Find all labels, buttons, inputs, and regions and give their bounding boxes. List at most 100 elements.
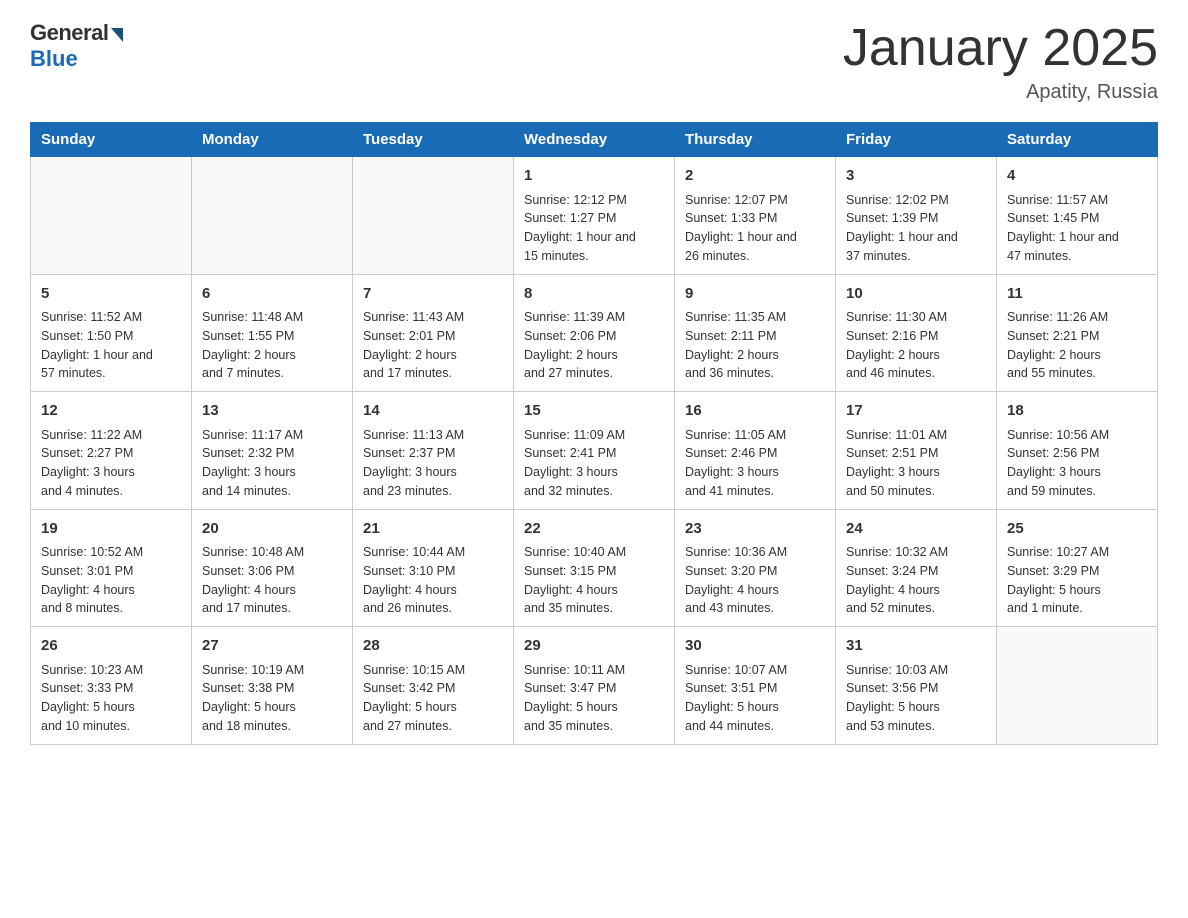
day-info: Sunrise: 11:13 AM Sunset: 2:37 PM Daylig… (363, 426, 503, 501)
weekday-header-row: SundayMondayTuesdayWednesdayThursdayFrid… (31, 123, 1158, 157)
calendar-cell: 11Sunrise: 11:26 AM Sunset: 2:21 PM Dayl… (997, 274, 1158, 392)
day-number: 10 (846, 283, 986, 306)
day-info: Sunrise: 10:11 AM Sunset: 3:47 PM Daylig… (524, 661, 664, 736)
location-label: Apatity, Russia (843, 81, 1158, 104)
day-info: Sunrise: 10:19 AM Sunset: 3:38 PM Daylig… (202, 661, 342, 736)
day-number: 28 (363, 635, 503, 658)
day-info: Sunrise: 10:52 AM Sunset: 3:01 PM Daylig… (41, 543, 181, 618)
day-info: Sunrise: 11:48 AM Sunset: 1:55 PM Daylig… (202, 308, 342, 383)
calendar-cell (31, 157, 192, 275)
calendar-cell: 2 Sunrise: 12:07 PM Sunset: 1:33 PM Dayli… (675, 157, 836, 275)
calendar-cell: 31Sunrise: 10:03 AM Sunset: 3:56 PM Dayl… (836, 627, 997, 745)
day-info: Sunrise: 11:05 AM Sunset: 2:46 PM Daylig… (685, 426, 825, 501)
calendar-cell (997, 627, 1158, 745)
day-info: Sunrise: 12:02 PM Sunset: 1:39 PM Daylig… (846, 191, 986, 266)
day-info: Sunrise: 11:52 AM Sunset: 1:50 PM Daylig… (41, 308, 181, 383)
calendar-cell: 16 Sunrise: 11:05 AM Sunset: 2:46 PM Dayl… (675, 392, 836, 510)
day-info: Sunrise: 10:23 AM Sunset: 3:33 PM Daylig… (41, 661, 181, 736)
day-number: 5 (41, 283, 181, 306)
day-info: Sunrise: 12:07 PM Sunset: 1:33 PM Daylig… (685, 191, 825, 266)
day-info: Sunrise: 10:40 AM Sunset: 3:15 PM Daylig… (524, 543, 664, 618)
week-row-4: 19Sunrise: 10:52 AM Sunset: 3:01 PM Dayl… (31, 509, 1158, 627)
day-number: 4 (1007, 165, 1147, 188)
weekday-header-monday: Monday (192, 123, 353, 157)
weekday-header-thursday: Thursday (675, 123, 836, 157)
day-number: 1 (524, 165, 664, 188)
day-number: 17 (846, 400, 986, 423)
day-number: 15 (524, 400, 664, 423)
calendar-cell: 23Sunrise: 10:36 AM Sunset: 3:20 PM Dayl… (675, 509, 836, 627)
day-number: 30 (685, 635, 825, 658)
day-number: 2 (685, 165, 825, 188)
calendar-cell: 9Sunrise: 11:35 AM Sunset: 2:11 PM Dayli… (675, 274, 836, 392)
logo: General Blue (30, 20, 123, 72)
calendar-cell: 25Sunrise: 10:27 AM Sunset: 3:29 PM Dayl… (997, 509, 1158, 627)
weekday-header-sunday: Sunday (31, 123, 192, 157)
day-info: Sunrise: 11:09 AM Sunset: 2:41 PM Daylig… (524, 426, 664, 501)
day-number: 21 (363, 518, 503, 541)
day-info: Sunrise: 11:17 AM Sunset: 2:32 PM Daylig… (202, 426, 342, 501)
calendar-cell: 27Sunrise: 10:19 AM Sunset: 3:38 PM Dayl… (192, 627, 353, 745)
calendar-cell: 5Sunrise: 11:52 AM Sunset: 1:50 PM Dayli… (31, 274, 192, 392)
day-info: Sunrise: 10:48 AM Sunset: 3:06 PM Daylig… (202, 543, 342, 618)
day-number: 12 (41, 400, 181, 423)
day-info: Sunrise: 11:35 AM Sunset: 2:11 PM Daylig… (685, 308, 825, 383)
day-number: 8 (524, 283, 664, 306)
calendar-cell: 3 Sunrise: 12:02 PM Sunset: 1:39 PM Dayli… (836, 157, 997, 275)
day-number: 16 (685, 400, 825, 423)
calendar-cell: 8Sunrise: 11:39 AM Sunset: 2:06 PM Dayli… (514, 274, 675, 392)
week-row-2: 5Sunrise: 11:52 AM Sunset: 1:50 PM Dayli… (31, 274, 1158, 392)
calendar-cell: 7Sunrise: 11:43 AM Sunset: 2:01 PM Dayli… (353, 274, 514, 392)
weekday-header-wednesday: Wednesday (514, 123, 675, 157)
day-number: 18 (1007, 400, 1147, 423)
day-info: Sunrise: 12:12 PM Sunset: 1:27 PM Daylig… (524, 191, 664, 266)
day-number: 29 (524, 635, 664, 658)
day-number: 7 (363, 283, 503, 306)
month-title: January 2025 (843, 20, 1158, 77)
calendar-cell: 4Sunrise: 11:57 AM Sunset: 1:45 PM Dayli… (997, 157, 1158, 275)
calendar-cell: 14Sunrise: 11:13 AM Sunset: 2:37 PM Dayl… (353, 392, 514, 510)
calendar-cell: 24Sunrise: 10:32 AM Sunset: 3:24 PM Dayl… (836, 509, 997, 627)
calendar-cell: 17Sunrise: 11:01 AM Sunset: 2:51 PM Dayl… (836, 392, 997, 510)
day-number: 25 (1007, 518, 1147, 541)
day-info: Sunrise: 10:07 AM Sunset: 3:51 PM Daylig… (685, 661, 825, 736)
day-info: Sunrise: 10:36 AM Sunset: 3:20 PM Daylig… (685, 543, 825, 618)
calendar-cell (192, 157, 353, 275)
calendar-cell: 30 Sunrise: 10:07 AM Sunset: 3:51 PM Dayl… (675, 627, 836, 745)
calendar-cell: 28 Sunrise: 10:15 AM Sunset: 3:42 PM Dayl… (353, 627, 514, 745)
calendar-cell: 29 Sunrise: 10:11 AM Sunset: 3:47 PM Dayl… (514, 627, 675, 745)
day-number: 19 (41, 518, 181, 541)
day-number: 20 (202, 518, 342, 541)
weekday-header-tuesday: Tuesday (353, 123, 514, 157)
week-row-1: 1 Sunrise: 12:12 PM Sunset: 1:27 PM Dayli… (31, 157, 1158, 275)
calendar-cell: 12 Sunrise: 11:22 AM Sunset: 2:27 PM Dayl… (31, 392, 192, 510)
day-info: Sunrise: 11:22 AM Sunset: 2:27 PM Daylig… (41, 426, 181, 501)
logo-general-text: General (30, 20, 108, 46)
calendar-cell: 10Sunrise: 11:30 AM Sunset: 2:16 PM Dayl… (836, 274, 997, 392)
calendar-cell: 6Sunrise: 11:48 AM Sunset: 1:55 PM Dayli… (192, 274, 353, 392)
day-number: 11 (1007, 283, 1147, 306)
day-info: Sunrise: 10:32 AM Sunset: 3:24 PM Daylig… (846, 543, 986, 618)
logo-blue-text: Blue (30, 46, 78, 72)
calendar-cell: 15 Sunrise: 11:09 AM Sunset: 2:41 PM Dayl… (514, 392, 675, 510)
day-info: Sunrise: 11:43 AM Sunset: 2:01 PM Daylig… (363, 308, 503, 383)
day-info: Sunrise: 11:26 AM Sunset: 2:21 PM Daylig… (1007, 308, 1147, 383)
calendar-table: SundayMondayTuesdayWednesdayThursdayFrid… (30, 122, 1158, 745)
day-info: Sunrise: 10:44 AM Sunset: 3:10 PM Daylig… (363, 543, 503, 618)
day-info: Sunrise: 11:30 AM Sunset: 2:16 PM Daylig… (846, 308, 986, 383)
day-number: 3 (846, 165, 986, 188)
weekday-header-saturday: Saturday (997, 123, 1158, 157)
day-info: Sunrise: 10:27 AM Sunset: 3:29 PM Daylig… (1007, 543, 1147, 618)
day-info: Sunrise: 10:56 AM Sunset: 2:56 PM Daylig… (1007, 426, 1147, 501)
day-number: 22 (524, 518, 664, 541)
calendar-cell: 18 Sunrise: 10:56 AM Sunset: 2:56 PM Dayl… (997, 392, 1158, 510)
day-info: Sunrise: 10:15 AM Sunset: 3:42 PM Daylig… (363, 661, 503, 736)
calendar-cell: 21Sunrise: 10:44 AM Sunset: 3:10 PM Dayl… (353, 509, 514, 627)
page-header: General Blue January 2025 Apatity, Russi… (30, 20, 1158, 104)
calendar-cell: 19Sunrise: 10:52 AM Sunset: 3:01 PM Dayl… (31, 509, 192, 627)
day-info: Sunrise: 10:03 AM Sunset: 3:56 PM Daylig… (846, 661, 986, 736)
day-number: 6 (202, 283, 342, 306)
day-number: 24 (846, 518, 986, 541)
day-number: 23 (685, 518, 825, 541)
day-number: 26 (41, 635, 181, 658)
